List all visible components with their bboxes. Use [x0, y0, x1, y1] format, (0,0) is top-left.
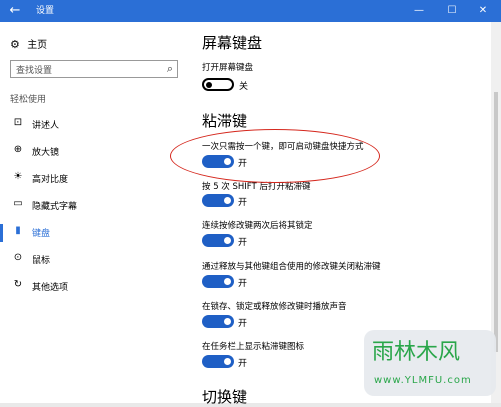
sidebar-item-label: 讲述人: [32, 121, 60, 131]
magnifier-icon: ⊕: [13, 144, 23, 155]
captions-icon: ▭: [13, 198, 23, 209]
watermark-logo: 雨林木风 www.YLMFU.com: [364, 330, 496, 396]
minimize-button[interactable]: —: [404, 0, 434, 22]
search-placeholder: 查找设置: [16, 66, 53, 76]
toggle-keys-heading: 切换键: [202, 388, 248, 406]
sidebar-item-label: 隐藏式字幕: [32, 202, 78, 212]
taskbar-icon-toggle[interactable]: [202, 355, 234, 368]
watermark-title: 雨林木风: [372, 340, 461, 365]
maximize-button[interactable]: ☐: [437, 0, 467, 22]
sidebar-item-mouse[interactable]: ⊙ 鼠标: [0, 251, 190, 269]
watermark-url: www.YLMFU.com: [374, 375, 472, 386]
sidebar-item-keyboard[interactable]: ▮ 键盘: [0, 224, 190, 242]
sticky-setting-label: 在任务栏上显示粘滞键图标: [202, 342, 305, 352]
sidebar-item-magnifier[interactable]: ⊕ 放大镜: [0, 143, 190, 161]
onscreen-keyboard-heading: 屏幕键盘: [202, 34, 263, 52]
toggle-knob: [224, 318, 231, 325]
keyboard-icon: ▮: [15, 225, 21, 236]
search-box[interactable]: 查找设置 ⌕: [10, 60, 178, 78]
toggle-knob: [224, 278, 231, 285]
toggle-state: 开: [238, 359, 248, 369]
toggle-state: 开: [238, 238, 248, 248]
sidebar-item-label: 高对比度: [32, 175, 69, 185]
gear-icon: ⚙: [10, 38, 20, 51]
sticky-setting-label: 通过释放与其他键组合使用的修改键关闭粘滞键: [202, 262, 381, 272]
settings-window: ← 设置 — ☐ ✕ ⚙ 主页 查找设置 ⌕ 轻松使用 ⊡ 讲述人 ⊕ 放大镜 …: [0, 0, 501, 406]
sticky-setting-label: 连续按修改键两次后将其锁定: [202, 221, 313, 231]
onscreen-keyboard-toggle[interactable]: [202, 78, 234, 91]
toggle-knob: [224, 197, 231, 204]
sidebar-item-captions[interactable]: ▭ 隐藏式字幕: [0, 197, 190, 215]
sidebar-item-other-options[interactable]: ↻ 其他选项: [0, 278, 190, 296]
sidebar-item-label: 其他选项: [32, 283, 69, 293]
annotation-ellipse: [170, 129, 380, 183]
active-indicator: [0, 224, 3, 242]
toggle-state: 开: [238, 279, 248, 289]
title-bar: ← 设置 — ☐ ✕: [0, 0, 501, 22]
scrollbar-thumb[interactable]: [494, 92, 498, 352]
window-title: 设置: [36, 6, 55, 16]
mouse-icon: ⊙: [13, 252, 23, 263]
sticky-keys-heading: 粘滞键: [202, 112, 248, 130]
toggle-knob: [206, 81, 212, 88]
sidebar-item-label: 键盘: [32, 229, 51, 239]
shift-five-times-toggle[interactable]: [202, 194, 234, 207]
close-button[interactable]: ✕: [468, 0, 498, 22]
sidebar-item-narrator[interactable]: ⊡ 讲述人: [0, 116, 190, 134]
sidebar-item-label: 鼠标: [32, 256, 51, 266]
sidebar: ⚙ 主页 查找设置 ⌕ 轻松使用 ⊡ 讲述人 ⊕ 放大镜 ☀ 高对比度 ▭ 隐藏…: [0, 22, 190, 403]
play-sound-toggle[interactable]: [202, 315, 234, 328]
onscreen-keyboard-label: 打开屏幕键盘: [202, 63, 254, 73]
toggle-state: 开: [238, 319, 248, 329]
section-label: 轻松使用: [10, 95, 47, 105]
toggle-knob: [224, 358, 231, 365]
release-modifier-toggle[interactable]: [202, 275, 234, 288]
narrator-icon: ⊡: [13, 117, 23, 128]
home-link[interactable]: ⚙ 主页: [10, 36, 47, 51]
back-arrow-icon[interactable]: ←: [6, 3, 24, 19]
sidebar-item-label: 放大镜: [32, 148, 60, 158]
home-label: 主页: [27, 40, 48, 51]
toggle-knob: [224, 237, 231, 244]
toggle-state: 开: [238, 198, 248, 208]
sticky-setting-label: 在锁存、锁定或释放修改键时播放声音: [202, 302, 347, 312]
search-icon[interactable]: ⌕: [167, 62, 173, 76]
onscreen-keyboard-state: 关: [239, 82, 249, 92]
sidebar-item-high-contrast[interactable]: ☀ 高对比度: [0, 170, 190, 188]
other-options-icon: ↻: [13, 279, 23, 290]
lock-modifier-toggle[interactable]: [202, 234, 234, 247]
contrast-icon: ☀: [13, 171, 23, 182]
